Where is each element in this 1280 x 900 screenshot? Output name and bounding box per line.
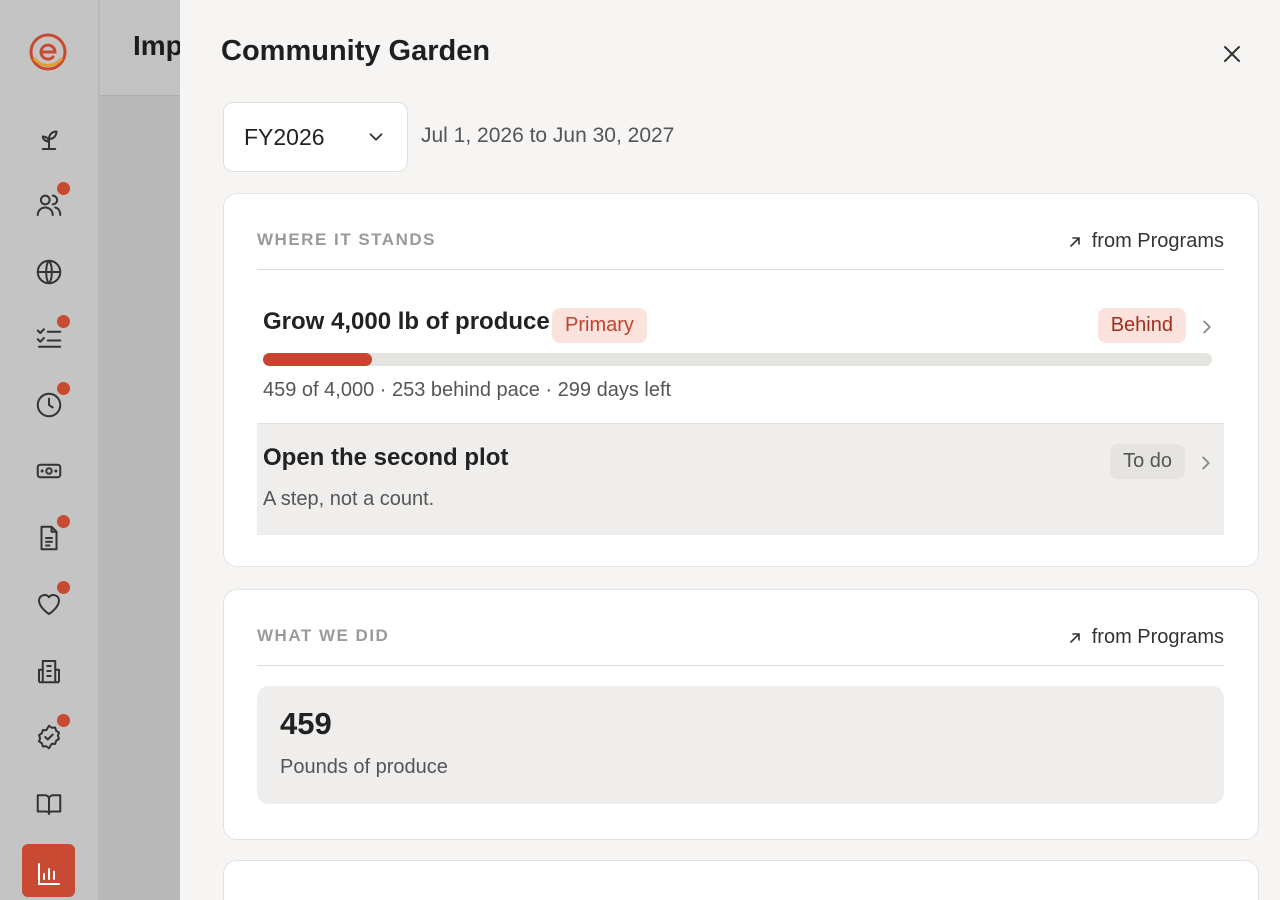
next-card xyxy=(223,860,1259,900)
notification-dot xyxy=(57,315,70,328)
from-programs-link[interactable]: from Programs xyxy=(1068,626,1224,649)
users-icon xyxy=(36,194,62,216)
goal-title: Grow 4,000 lb of produce xyxy=(263,308,550,335)
from-programs-label: from Programs xyxy=(1091,626,1224,648)
step-row[interactable]: Open the second plot A step, not a count… xyxy=(257,423,1224,535)
notification-dot xyxy=(57,182,70,195)
drawer-title: Community Garden xyxy=(221,35,491,67)
nav-heart[interactable] xyxy=(24,579,74,629)
book-icon xyxy=(36,794,62,815)
building-icon xyxy=(38,660,60,684)
checklist-icon xyxy=(36,328,62,348)
metric-tile: 459 Pounds of produce xyxy=(257,686,1224,804)
nav-sprout[interactable] xyxy=(24,114,74,164)
status-badge: Behind xyxy=(1097,308,1186,343)
chevron-down-icon xyxy=(369,133,383,141)
nav-impact-chart[interactable] xyxy=(16,838,84,898)
clock-icon xyxy=(36,392,62,418)
globe-icon xyxy=(36,259,62,285)
heart-icon xyxy=(38,594,60,615)
metric-label: Pounds of produce xyxy=(280,756,448,778)
nav-badge-check[interactable] xyxy=(24,712,74,762)
nav-book[interactable] xyxy=(24,779,74,829)
sidebar xyxy=(0,0,99,900)
goal-progress-fill xyxy=(263,353,372,366)
card-label: WHERE IT STANDS xyxy=(257,230,436,249)
where-it-stands-card: WHERE IT STANDS from Programs Grow 4,000… xyxy=(223,193,1259,567)
money-icon xyxy=(36,463,62,479)
page-title: Imp xyxy=(133,30,183,61)
goal-progress-bar xyxy=(263,353,1212,366)
notification-dot xyxy=(57,714,70,727)
close-icon xyxy=(1224,46,1240,62)
nav-money[interactable] xyxy=(24,446,74,496)
app-logo[interactable] xyxy=(28,32,68,72)
what-we-did-card: WHAT WE DID from Programs 459 Pounds of … xyxy=(223,589,1259,840)
chevron-right-icon[interactable] xyxy=(1195,452,1217,474)
card-header: WHERE IT STANDS from Programs xyxy=(257,220,1224,270)
nav-checklist[interactable] xyxy=(24,313,74,363)
fiscal-year-range: Jul 1, 2026 to Jun 30, 2027 xyxy=(421,124,675,147)
goal-subtitle: 459 of 4,000 · 253 behind pace · 299 day… xyxy=(263,379,672,401)
notification-dot xyxy=(57,515,70,528)
fiscal-year-value: FY2026 xyxy=(244,123,325,150)
step-title: Open the second plot xyxy=(263,444,509,471)
nav-globe[interactable] xyxy=(24,247,74,297)
nav-building[interactable] xyxy=(24,646,74,696)
program-drawer: Community Garden FY2026 Jul 1, 2026 to J… xyxy=(180,0,1280,900)
step-subtitle: A step, not a count. xyxy=(263,488,435,510)
metric-value: 459 xyxy=(280,706,332,741)
nav-users[interactable] xyxy=(24,180,74,230)
arrow-up-right-icon xyxy=(1069,632,1080,643)
from-programs-link[interactable]: from Programs xyxy=(1068,230,1224,253)
card-label: WHAT WE DID xyxy=(257,626,390,645)
chart-icon xyxy=(37,863,60,885)
sprout-icon xyxy=(41,130,58,150)
notification-dot xyxy=(57,382,70,395)
arrow-up-right-icon xyxy=(1069,236,1080,247)
from-programs-label: from Programs xyxy=(1091,230,1224,252)
notification-dot xyxy=(57,581,70,594)
fiscal-year-select[interactable]: FY2026 xyxy=(223,102,408,172)
chevron-right-icon[interactable] xyxy=(1196,316,1218,338)
close-button[interactable] xyxy=(1216,38,1248,70)
status-badge: To do xyxy=(1110,444,1185,479)
badge-check-icon xyxy=(38,724,60,750)
card-header: WHAT WE DID from Programs xyxy=(257,616,1224,666)
document-icon xyxy=(40,525,58,551)
primary-tag: Primary xyxy=(552,308,647,343)
nav-documents[interactable] xyxy=(24,513,74,563)
nav-clock[interactable] xyxy=(24,380,74,430)
